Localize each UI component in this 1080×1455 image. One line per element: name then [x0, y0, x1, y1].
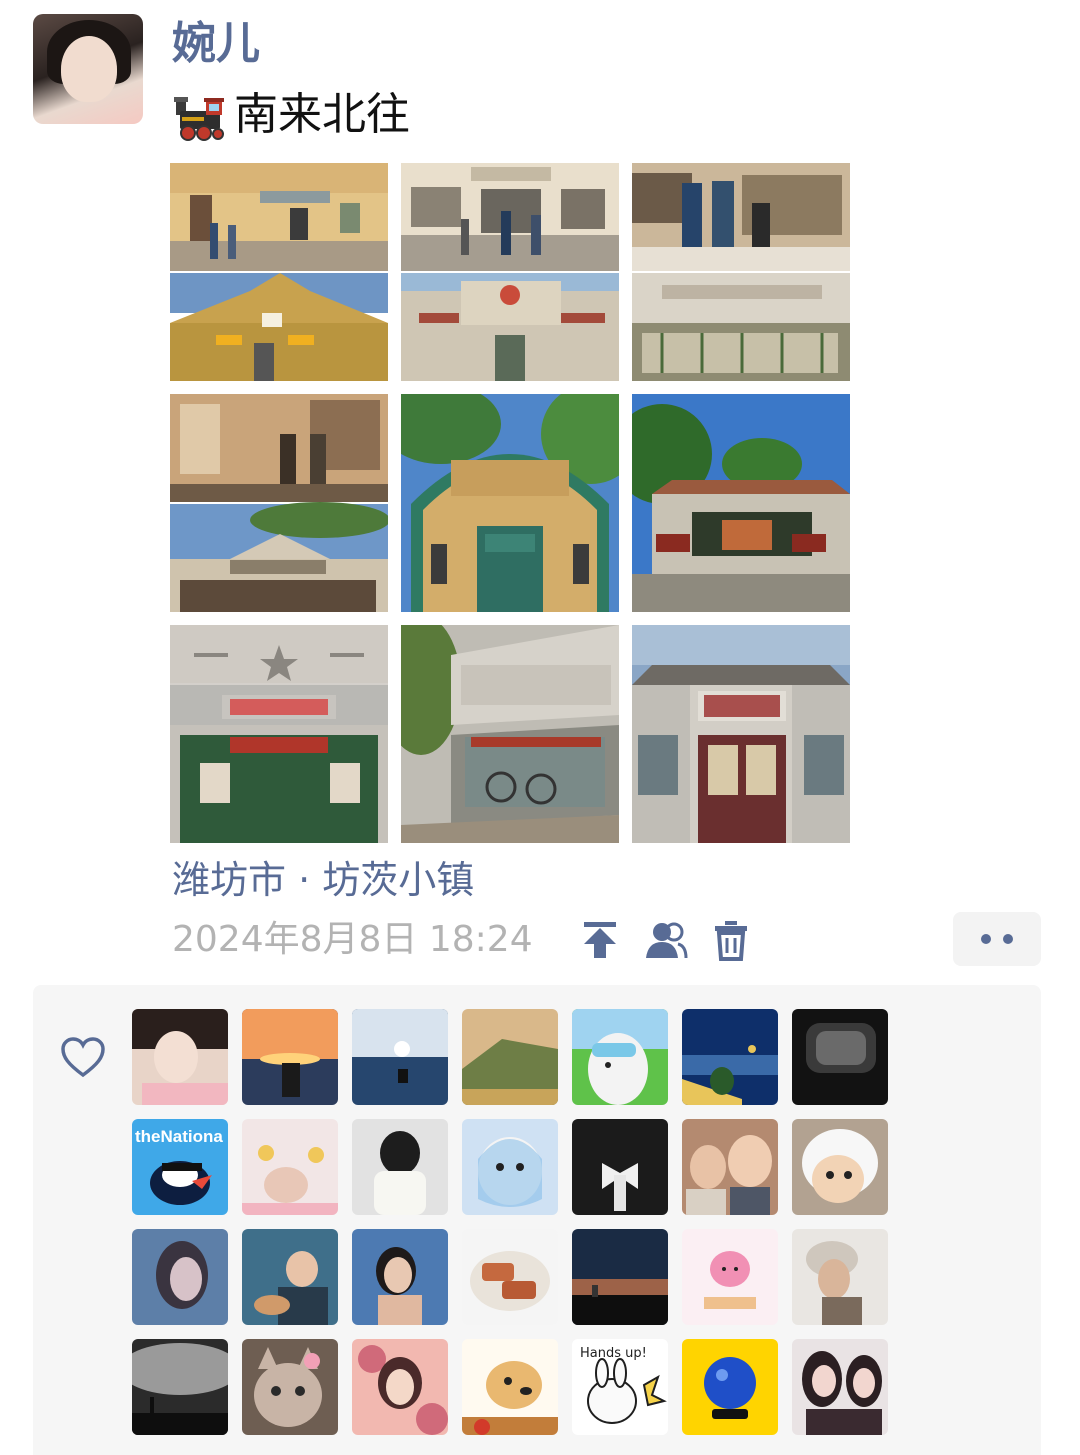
photo-4[interactable]: [170, 394, 388, 612]
liker-avatar-image: [132, 1339, 228, 1435]
liker-avatar[interactable]: [792, 1119, 888, 1215]
liker-avatar-image: [242, 1119, 338, 1215]
liker-avatar[interactable]: [132, 1339, 228, 1435]
more-button[interactable]: [953, 912, 1041, 966]
liker-avatar[interactable]: [242, 1119, 338, 1215]
liker-avatar[interactable]: [682, 1009, 778, 1105]
liker-avatar[interactable]: [352, 1119, 448, 1215]
liker-avatar-image: [682, 1229, 778, 1325]
more-dots-icon: [981, 934, 991, 944]
post-text-content: 南来北往: [234, 89, 410, 140]
photo-6-image: [632, 394, 850, 612]
liker-avatar-image: [242, 1339, 338, 1435]
heart-icon: [61, 1037, 105, 1078]
liker-avatar-image: [792, 1229, 888, 1325]
liker-avatar[interactable]: theNationa: [132, 1119, 228, 1215]
liker-avatar[interactable]: [682, 1339, 778, 1435]
liker-avatar[interactable]: Hands up!: [572, 1339, 668, 1435]
photo-6[interactable]: [632, 394, 850, 612]
photo-grid: [170, 163, 850, 843]
photo-4-image: [170, 394, 388, 612]
liker-avatar[interactable]: [792, 1229, 888, 1325]
liker-avatar-image: [792, 1119, 888, 1215]
photo-1-image: [170, 163, 388, 381]
photo-8[interactable]: [401, 625, 619, 843]
avatar-face: [61, 36, 117, 102]
photo-3[interactable]: [632, 163, 850, 381]
thenational-text: theNationa: [135, 1127, 223, 1146]
liker-avatar-image: [682, 1339, 778, 1435]
liker-avatar[interactable]: [792, 1339, 888, 1435]
post-text: 南来北往: [172, 84, 410, 146]
liker-avatar[interactable]: [462, 1119, 558, 1215]
liker-avatar[interactable]: [242, 1009, 338, 1105]
photo-5-image: [401, 394, 619, 612]
author-avatar[interactable]: [33, 14, 143, 124]
liker-avatar-image: Hands up!: [572, 1339, 668, 1435]
liker-avatar-image: [572, 1009, 668, 1105]
photo-3-image: [632, 163, 850, 381]
liker-avatar-image: [242, 1229, 338, 1325]
liker-avatar[interactable]: [132, 1229, 228, 1325]
pin-top-icon[interactable]: [578, 918, 622, 962]
liker-avatar[interactable]: [462, 1229, 558, 1325]
photo-7[interactable]: [170, 625, 388, 843]
liker-avatar-image: [792, 1009, 888, 1105]
author-name[interactable]: 婉儿: [172, 16, 260, 72]
liker-avatar-image: [682, 1119, 778, 1215]
liker-avatar-image: [352, 1339, 448, 1435]
liker-avatar[interactable]: [352, 1339, 448, 1435]
liker-avatar[interactable]: [242, 1339, 338, 1435]
photo-9[interactable]: [632, 625, 850, 843]
liker-avatar-image: [792, 1339, 888, 1435]
photo-7-image: [170, 625, 388, 843]
liker-avatar-image: [352, 1119, 448, 1215]
photo-8-image: [401, 625, 619, 843]
location-link[interactable]: 潍坊市 · 坊茨小镇: [172, 852, 474, 908]
delete-icon[interactable]: [709, 918, 753, 962]
liker-avatar-image: [132, 1009, 228, 1105]
liker-avatar-image: [462, 1339, 558, 1435]
liker-avatar-image: [572, 1229, 668, 1325]
liker-avatar[interactable]: [682, 1229, 778, 1325]
liker-avatar-image: [462, 1009, 558, 1105]
liker-avatar-image: [462, 1119, 558, 1215]
hands-up-text: Hands up!: [580, 1346, 647, 1361]
liker-avatar[interactable]: [572, 1229, 668, 1325]
post-timestamp: 2024年8月8日 18:24: [172, 919, 533, 960]
visibility-icon[interactable]: [644, 918, 688, 962]
liker-avatar-image: [352, 1229, 448, 1325]
photo-2-image: [401, 163, 619, 381]
liker-avatar-image: [682, 1009, 778, 1105]
liker-avatar[interactable]: [572, 1119, 668, 1215]
photo-1[interactable]: [170, 163, 388, 381]
liker-avatar-image: [462, 1229, 558, 1325]
liker-avatar[interactable]: [682, 1119, 778, 1215]
liker-avatar[interactable]: [462, 1339, 558, 1435]
liker-avatar-image: [572, 1119, 668, 1215]
locomotive-icon: [174, 97, 224, 141]
liker-avatar[interactable]: [352, 1229, 448, 1325]
liker-avatar[interactable]: [462, 1009, 558, 1105]
liker-avatar[interactable]: [242, 1229, 338, 1325]
liker-avatar-image: [352, 1009, 448, 1105]
liker-avatar[interactable]: [352, 1009, 448, 1105]
more-dots-icon: [1003, 934, 1013, 944]
liker-avatar[interactable]: [572, 1009, 668, 1105]
liker-avatar[interactable]: [132, 1009, 228, 1105]
photo-2[interactable]: [401, 163, 619, 381]
photo-5[interactable]: [401, 394, 619, 612]
liker-avatar[interactable]: [792, 1009, 888, 1105]
liker-avatar-image: [132, 1229, 228, 1325]
photo-9-image: [632, 625, 850, 843]
liker-avatar-image: [242, 1009, 338, 1105]
